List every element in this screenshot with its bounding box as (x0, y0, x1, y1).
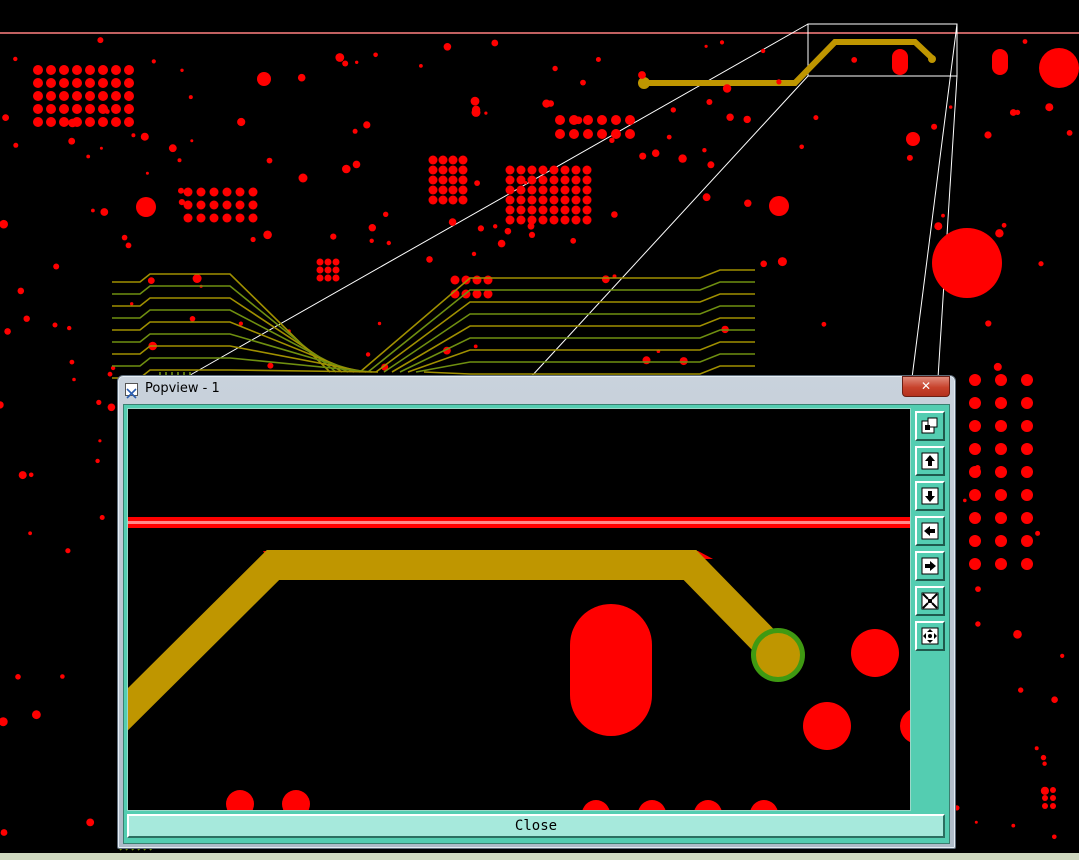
pan-left-button[interactable] (915, 516, 945, 546)
zoom-viewport[interactable] (127, 408, 911, 811)
popview-client-area: Close (123, 404, 950, 844)
pan-down-button[interactable] (915, 481, 945, 511)
close-button[interactable]: Close (127, 814, 945, 838)
pan-up-icon (921, 452, 939, 470)
title-bar[interactable]: Popview - 1 ✕ (118, 376, 955, 402)
pan-right-button[interactable] (915, 551, 945, 581)
popview-window[interactable]: Popview - 1 ✕ Close (117, 375, 956, 849)
zoom-all-button[interactable] (915, 621, 945, 651)
pan-right-icon (921, 557, 939, 575)
zoom-window-button[interactable] (915, 411, 945, 441)
pan-left-icon (921, 522, 939, 540)
app-icon (125, 383, 138, 399)
zoom-all-icon (921, 627, 939, 645)
zoom-window-icon (921, 417, 938, 434)
window-title: Popview - 1 (145, 381, 220, 396)
view-toolbar (913, 408, 947, 809)
round-pad (851, 629, 899, 677)
taskbar-strip (0, 853, 1079, 860)
pan-up-button[interactable] (915, 446, 945, 476)
pan-down-icon (921, 487, 939, 505)
oval-pad (570, 604, 652, 736)
via-pad (756, 633, 800, 677)
window-close-button[interactable]: ✕ (902, 376, 950, 397)
zoom-fit-icon (921, 592, 939, 610)
zoom-fit-button[interactable] (915, 586, 945, 616)
zoomed-pcb-view (128, 409, 910, 810)
